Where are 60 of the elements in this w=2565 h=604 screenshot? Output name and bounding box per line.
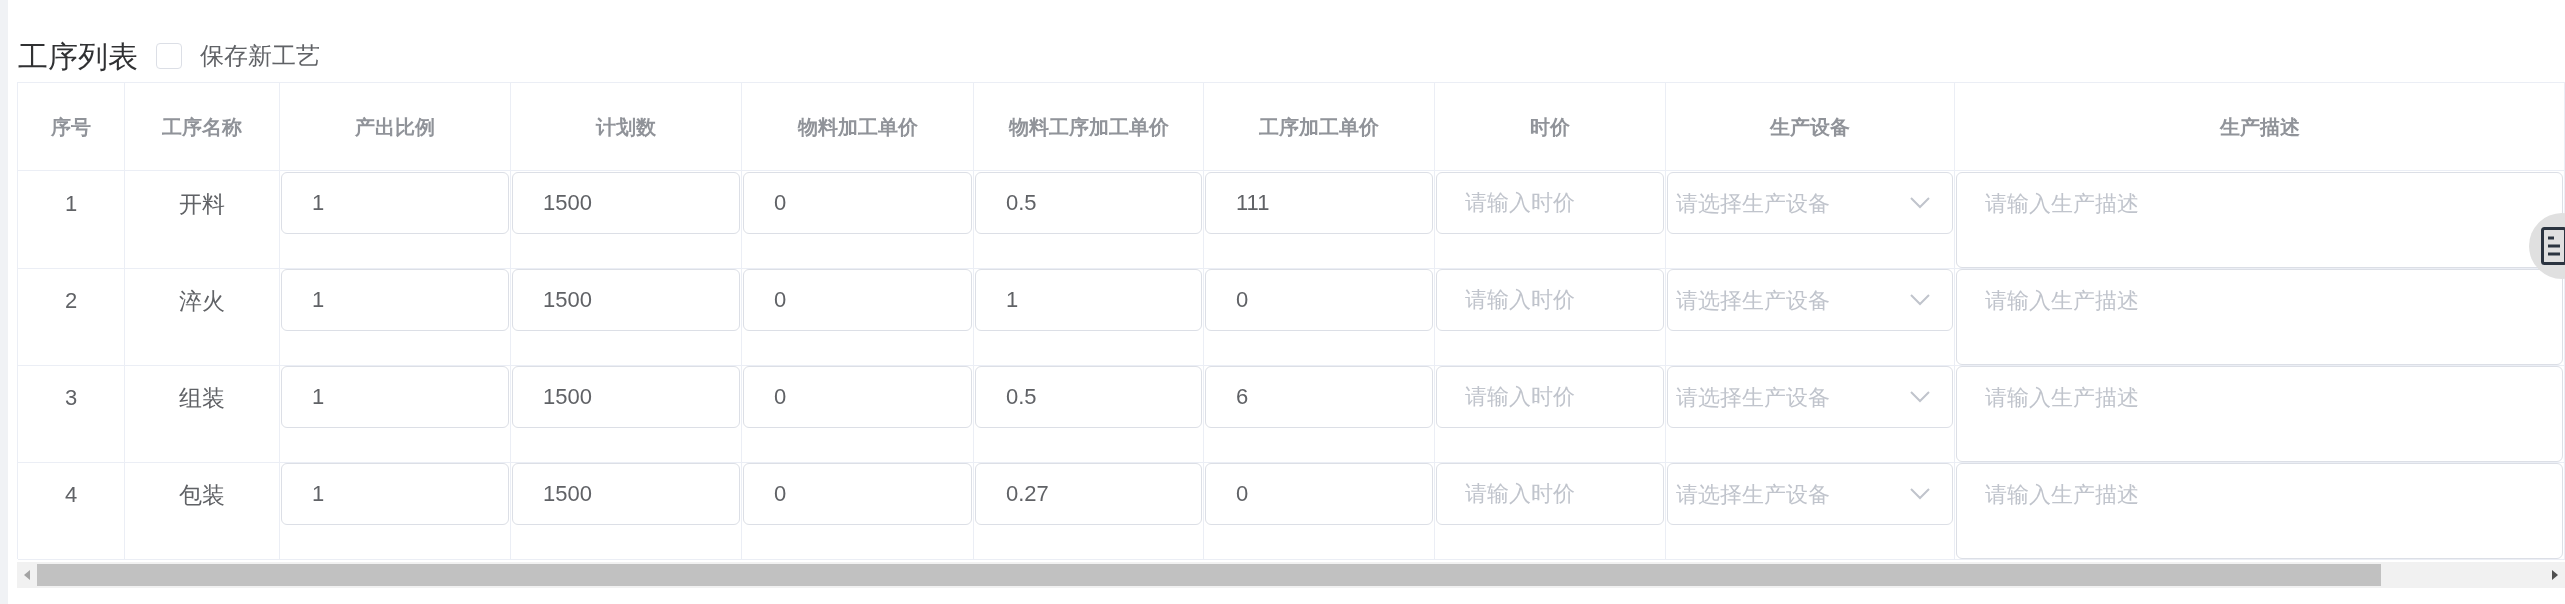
input-field[interactable]: 1500	[512, 463, 740, 525]
checkbox[interactable]	[156, 43, 182, 69]
input-field[interactable]: 0	[743, 269, 972, 331]
checkbox-label: 保存新工艺	[200, 41, 320, 71]
chevron-down-icon	[1910, 294, 1930, 306]
table-cell-text: 3	[64, 384, 78, 412]
input-field[interactable]: 0.5	[975, 172, 1202, 234]
chevron-down-icon	[1910, 391, 1930, 403]
select-placeholder: 请选择生产设备	[1676, 286, 1831, 315]
input-field[interactable]: 0	[743, 463, 972, 525]
table-cell-text: 4	[64, 481, 78, 509]
input-field[interactable]: 1500	[512, 172, 740, 234]
input-field[interactable]: 1	[281, 269, 509, 331]
table-cell-text: 包装	[179, 481, 225, 510]
textarea-field[interactable]: 请输入生产描述	[1956, 269, 2563, 365]
input-field[interactable]: 111	[1205, 172, 1433, 234]
chevron-down-icon	[1910, 488, 1930, 500]
table-cell-text: 2	[64, 287, 78, 315]
column-header: 工序名称	[162, 114, 242, 140]
table-cell-text: 组装	[179, 384, 225, 413]
select-placeholder: 请选择生产设备	[1676, 480, 1831, 509]
input-field[interactable]: 6	[1205, 366, 1433, 428]
column-header: 时价	[1530, 114, 1570, 140]
table-cell-text: 淬火	[179, 287, 225, 316]
textarea-field[interactable]: 请输入生产描述	[1956, 172, 2563, 268]
input-field[interactable]: 请输入时价	[1436, 463, 1664, 525]
input-field[interactable]: 1500	[512, 269, 740, 331]
input-field[interactable]: 0.5	[975, 366, 1202, 428]
input-field[interactable]: 0	[1205, 463, 1433, 525]
input-field[interactable]: 1	[281, 172, 509, 234]
column-header: 生产描述	[2219, 114, 2300, 140]
input-field[interactable]: 1	[975, 269, 1202, 331]
input-field[interactable]: 1500	[512, 366, 740, 428]
table-cell-text: 开料	[179, 190, 225, 219]
textarea-field[interactable]: 请输入生产描述	[1956, 366, 2563, 462]
input-field[interactable]: 0	[1205, 269, 1433, 331]
scrollbar-thumb[interactable]	[37, 564, 2381, 586]
input-field[interactable]: 0.27	[975, 463, 1202, 525]
select-placeholder: 请选择生产设备	[1676, 383, 1831, 412]
input-field[interactable]: 1	[281, 463, 509, 525]
input-field[interactable]: 0	[743, 366, 972, 428]
table-cell-text: 1	[64, 190, 78, 218]
input-field[interactable]: 请输入时价	[1436, 366, 1664, 428]
column-header: 序号	[51, 114, 91, 140]
input-field[interactable]: 请输入时价	[1436, 269, 1664, 331]
section-title: 工序列表	[17, 38, 138, 75]
chevron-down-icon	[1910, 197, 1930, 209]
column-header: 生产设备	[1770, 114, 1850, 140]
column-header: 工序加工单价	[1259, 114, 1379, 140]
select-placeholder: 请选择生产设备	[1676, 189, 1831, 218]
document-icon	[2541, 227, 2565, 265]
textarea-field[interactable]: 请输入生产描述	[1956, 463, 2563, 559]
input-field[interactable]: 请输入时价	[1436, 172, 1664, 234]
column-header: 物料工序加工单价	[1008, 114, 1169, 140]
column-header: 计划数	[596, 114, 656, 140]
input-field[interactable]: 1	[281, 366, 509, 428]
input-field[interactable]: 0	[743, 172, 972, 234]
column-header: 物料加工单价	[797, 114, 918, 140]
horizontal-scrollbar[interactable]	[17, 562, 2565, 588]
column-header: 产出比例	[355, 114, 435, 140]
